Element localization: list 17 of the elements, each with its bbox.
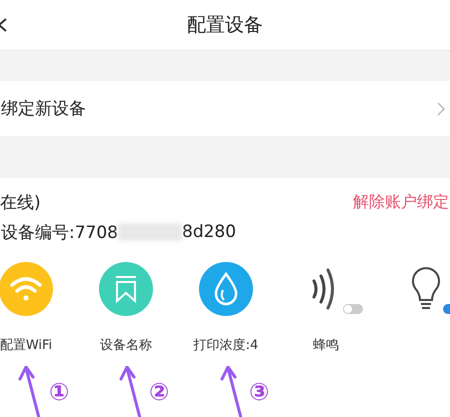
annotation-number: ① [49,378,70,406]
bind-device-row[interactable]: 绑定新设备 [0,81,450,136]
page-title: 配置设备 [187,13,263,38]
function-label: 打印浓度:4 [194,337,258,354]
unbind-link[interactable]: 解除账户绑定 [353,192,449,212]
function-label: 蜂鸣 [313,337,339,354]
serial-number: 8d280 [182,222,236,242]
function-label: 配置WiFi [0,337,52,354]
function-label: 设备名称 [100,337,152,354]
annotation-number: ③ [249,378,270,406]
toggle-switch[interactable] [343,304,363,314]
serial-number: 设备编号:7708 [1,222,118,244]
bookmark-icon[interactable] [99,262,153,316]
chevron-icon [436,100,446,116]
drop-icon[interactable] [199,262,253,316]
device-status: 在线) [0,192,41,214]
annotation-number: ② [149,378,170,406]
